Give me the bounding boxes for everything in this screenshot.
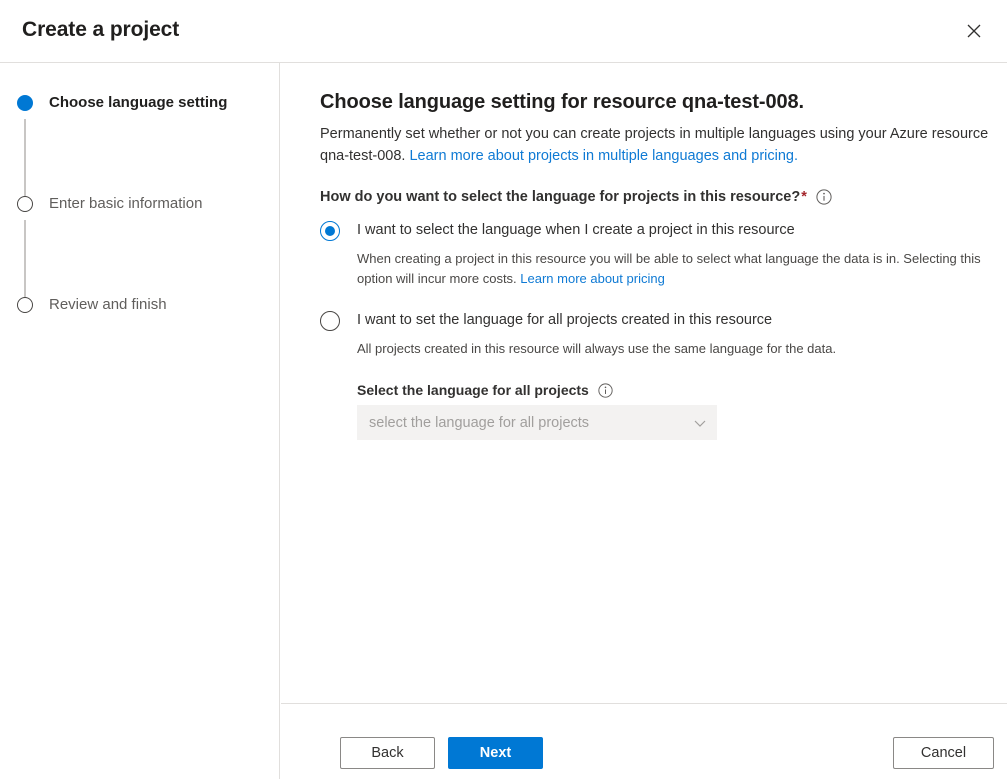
step-marker	[17, 297, 35, 315]
learn-more-pricing-link[interactable]: Learn more about pricing	[520, 271, 665, 286]
back-button[interactable]: Back	[340, 737, 435, 769]
wizard-step-list: Choose language setting Enter basic info…	[17, 93, 267, 323]
radio-row[interactable]: I want to set the language for all proje…	[320, 310, 989, 331]
step-marker	[17, 196, 35, 214]
radio-help-text-body: When creating a project in this resource…	[357, 251, 981, 286]
sidebar-item-label: Choose language setting	[49, 93, 227, 113]
language-question-label: How do you want to select the language f…	[320, 189, 989, 205]
content-description: Permanently set whether or not you can c…	[320, 123, 989, 167]
required-marker: *	[801, 189, 807, 205]
radio-option-single-language: I want to set the language for all proje…	[320, 310, 989, 440]
page-title: Create a project	[22, 18, 179, 42]
sidebar-item-review-and-finish[interactable]: Review and finish	[17, 295, 267, 323]
dialog-footer: Back Next Cancel	[281, 703, 1007, 779]
language-dropdown-section: Select the language for all projects sel…	[357, 382, 989, 440]
info-icon[interactable]	[816, 189, 832, 205]
learn-more-languages-pricing-link[interactable]: Learn more about projects in multiple la…	[409, 148, 798, 164]
step-dot-pending-icon	[17, 196, 33, 212]
sidebar-item-enter-basic-information[interactable]: Enter basic information	[17, 194, 267, 295]
step-dot-pending-icon	[17, 297, 33, 313]
language-dropdown[interactable]: select the language for all projects	[357, 405, 717, 440]
language-setting-radio-group: I want to select the language when I cre…	[320, 220, 989, 440]
radio-button-select-per-project[interactable]	[320, 221, 340, 241]
wizard-content: Choose language setting for resource qna…	[281, 63, 1007, 703]
chevron-down-icon	[693, 416, 707, 430]
step-connector	[24, 220, 26, 299]
step-dot-active-icon	[17, 95, 33, 111]
radio-help-text: When creating a project in this resource…	[357, 249, 989, 289]
close-icon	[967, 24, 981, 38]
cancel-button[interactable]: Cancel	[893, 737, 994, 769]
language-dropdown-label-text: Select the language for all projects	[357, 382, 589, 398]
language-dropdown-label: Select the language for all projects	[357, 382, 989, 398]
radio-option-select-per-project: I want to select the language when I cre…	[320, 220, 989, 289]
language-question-text: How do you want to select the language f…	[320, 189, 800, 205]
sidebar-item-choose-language-setting[interactable]: Choose language setting	[17, 93, 267, 194]
info-icon[interactable]	[598, 383, 613, 398]
radio-button-single-language[interactable]	[320, 311, 340, 331]
step-marker	[17, 95, 35, 113]
close-button[interactable]	[955, 12, 993, 50]
radio-row[interactable]: I want to select the language when I cre…	[320, 220, 989, 241]
dialog-header: Create a project	[0, 0, 1007, 63]
sidebar-item-label: Review and finish	[49, 295, 167, 315]
content-heading: Choose language setting for resource qna…	[320, 89, 989, 115]
wizard-sidebar: Choose language setting Enter basic info…	[0, 63, 280, 779]
radio-help-text: All projects created in this resource wi…	[357, 339, 989, 359]
radio-label: I want to select the language when I cre…	[357, 220, 795, 241]
step-connector	[24, 119, 26, 198]
language-dropdown-value: select the language for all projects	[369, 415, 693, 431]
next-button[interactable]: Next	[448, 737, 543, 769]
sidebar-item-label: Enter basic information	[49, 194, 202, 214]
radio-label: I want to set the language for all proje…	[357, 310, 772, 331]
